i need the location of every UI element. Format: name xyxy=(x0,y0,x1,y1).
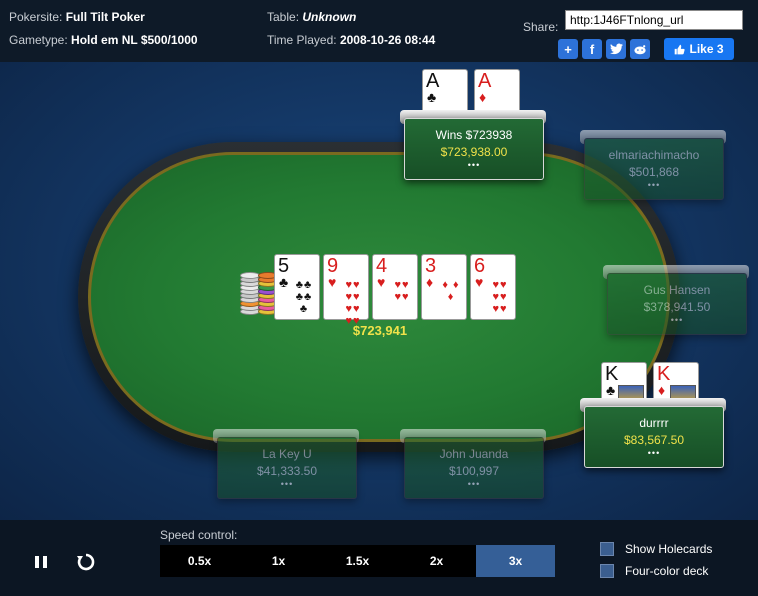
speed-2x-button[interactable]: 2x xyxy=(397,545,476,577)
player-name: Gus Hansen xyxy=(643,283,711,297)
player-stack: $41,333.50 xyxy=(256,464,318,478)
player-name: durrrr xyxy=(639,416,669,430)
show-holecards-checkbox[interactable] xyxy=(600,542,614,556)
hole-card-suit: ♦ xyxy=(658,382,666,398)
time-info: Time Played: 2008-10-26 08:44 xyxy=(267,33,435,47)
table-value: Unknown xyxy=(302,10,357,24)
share-url-input[interactable] xyxy=(565,10,743,30)
show-holecards-label: Show Holecards xyxy=(625,542,713,556)
player-name: La Key U xyxy=(262,447,312,461)
hole-card-suit: ♣ xyxy=(606,382,616,398)
seat-gus-hansen: Gus Hansen $378,941.50 ••• xyxy=(603,265,749,337)
board-card-pips: ♦ ♦ ♦ xyxy=(442,279,460,303)
seat-panel: elmariachimacho $501,868 ••• xyxy=(584,138,724,200)
pokersite-label: Pokersite: xyxy=(9,10,63,24)
player-name: John Juanda xyxy=(439,447,509,461)
time-label: Time Played: xyxy=(267,33,337,47)
player-status-dots: ••• xyxy=(647,180,661,190)
seat-panel: durrrr $83,567.50 ••• xyxy=(584,406,724,468)
player-status-dots: ••• xyxy=(647,448,661,458)
reddit-share-icon[interactable] xyxy=(630,39,650,59)
seat-wins: Wins $723938 $723,938.00 ••• xyxy=(400,110,546,182)
gametype-value: Hold em NL $500/1000 xyxy=(71,33,198,47)
board-card-suit: ♥ xyxy=(377,274,386,290)
speed-3x-button[interactable]: 3x xyxy=(476,545,555,577)
facebook-like-label: Like 3 xyxy=(689,42,724,56)
four-color-deck-checkbox[interactable] xyxy=(600,564,614,578)
player-status-dots: ••• xyxy=(467,479,481,489)
twitter-share-icon[interactable] xyxy=(606,39,626,59)
board-card-5: 6 ♥ ♥♥ ♥♥ ♥♥ xyxy=(470,254,516,320)
seat-la-key-u: La Key U $41,333.50 ••• xyxy=(213,429,359,501)
player-status-dots: ••• xyxy=(670,315,684,325)
seat-john-juanda: John Juanda $100,997 ••• xyxy=(400,429,546,501)
pokersite-value: Full Tilt Poker xyxy=(65,10,145,24)
addthis-share-icon[interactable]: + xyxy=(558,39,578,59)
facebook-like-button[interactable]: Like 3 xyxy=(664,38,734,60)
board-card-pips: ♥♥ ♥♥ xyxy=(394,279,410,303)
board-card-suit: ♥ xyxy=(328,274,337,290)
table-info: Table: Unknown xyxy=(267,10,356,24)
seat-panel: Gus Hansen $378,941.50 ••• xyxy=(607,273,747,335)
speed-0-5x-button[interactable]: 0.5x xyxy=(160,545,239,577)
four-color-deck-option[interactable]: Four-color deck xyxy=(600,564,708,578)
speed-selector: 0.5x 1x 1.5x 2x 3x xyxy=(160,545,555,577)
player-stack: $83,567.50 xyxy=(623,433,685,447)
seat-durrrr: durrrr $83,567.50 ••• xyxy=(580,398,726,470)
player-status-dots: ••• xyxy=(280,479,294,489)
board-card-4: 3 ♦ ♦ ♦ ♦ xyxy=(421,254,467,320)
seat-panel: Wins $723938 $723,938.00 ••• xyxy=(404,118,544,180)
time-value: 2008-10-26 08:44 xyxy=(339,33,436,47)
board-card-1: 5 ♣ ♣♣ ♣♣ ♣ xyxy=(274,254,320,320)
board-card-suit: ♣ xyxy=(279,274,289,290)
seat-panel: John Juanda $100,997 ••• xyxy=(404,437,544,499)
speed-1-5x-button[interactable]: 1.5x xyxy=(318,545,397,577)
pot-chip-stack xyxy=(238,268,278,316)
pokersite-info: Pokersite: Full Tilt Poker xyxy=(9,10,145,24)
seat-elmariachimacho: elmariachimacho $501,868 ••• xyxy=(580,130,726,202)
thumbs-up-icon xyxy=(675,44,686,54)
board-card-3: 4 ♥ ♥♥ ♥♥ xyxy=(372,254,418,320)
player-stack: $501,868 xyxy=(628,165,680,179)
pot-amount: $723,941 xyxy=(352,323,408,338)
pause-icon[interactable] xyxy=(31,552,51,572)
facebook-share-icon[interactable]: f xyxy=(582,39,602,59)
table-label: Table: xyxy=(267,10,300,24)
board-card-2: 9 ♥ ♥♥ ♥♥ ♥♥ ♥♥ xyxy=(323,254,369,327)
share-label: Share: xyxy=(523,20,559,34)
hole-card-suit: ♦ xyxy=(479,89,487,105)
gametype-info: Gametype: Hold em NL $500/1000 xyxy=(9,33,198,47)
board-card-pips: ♥♥ ♥♥ ♥♥ xyxy=(492,279,508,315)
seat-panel: La Key U $41,333.50 ••• xyxy=(217,437,357,499)
player-stack: $100,997 xyxy=(448,464,500,478)
board-card-pips: ♥♥ ♥♥ ♥♥ ♥♥ xyxy=(345,279,361,327)
board-card-suit: ♦ xyxy=(426,274,434,290)
board-card-pips: ♣♣ ♣♣ ♣ xyxy=(295,279,313,315)
speed-control-label: Speed control: xyxy=(160,528,238,542)
player-name: Wins $723938 xyxy=(435,128,513,142)
speed-1x-button[interactable]: 1x xyxy=(239,545,318,577)
board-card-suit: ♥ xyxy=(475,274,484,290)
gametype-label: Gametype: xyxy=(9,33,68,47)
four-color-deck-label: Four-color deck xyxy=(625,564,709,578)
player-name: elmariachimacho xyxy=(608,148,700,162)
player-stack: $723,938.00 xyxy=(440,145,508,159)
player-status-dots: ••• xyxy=(467,160,481,170)
replay-icon[interactable] xyxy=(76,552,96,572)
hole-card-suit: ♣ xyxy=(427,89,437,105)
show-holecards-option[interactable]: Show Holecards xyxy=(600,542,712,556)
player-stack: $378,941.50 xyxy=(643,300,711,314)
header: Pokersite: Full Tilt Poker Gametype: Hol… xyxy=(0,0,758,62)
